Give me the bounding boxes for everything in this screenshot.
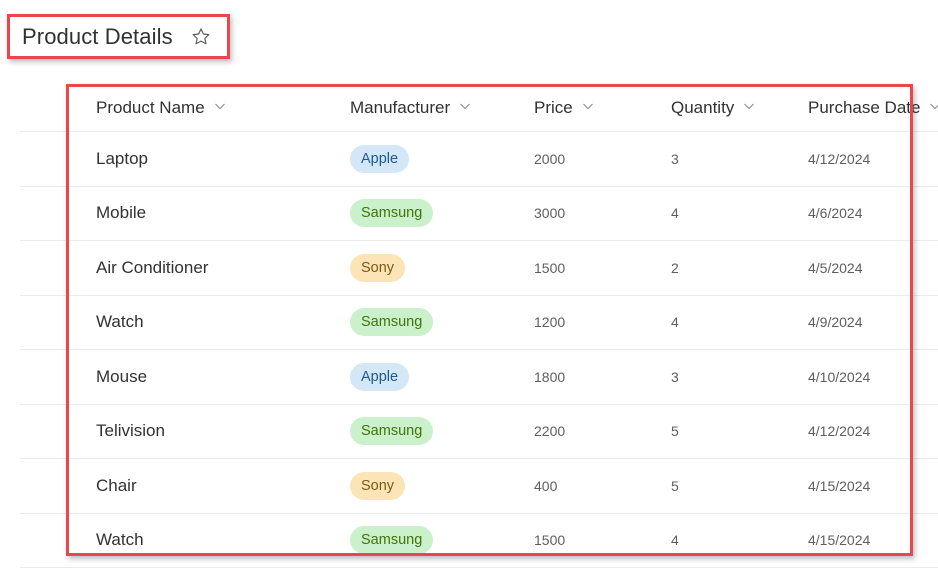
purchase-date-cell: 4/5/2024 — [808, 260, 863, 276]
purchase-date-cell: 4/9/2024 — [808, 314, 863, 330]
quantity-cell: 3 — [671, 369, 679, 385]
manufacturer-tag: Samsung — [350, 199, 433, 227]
purchase-date-cell: 4/12/2024 — [808, 151, 870, 167]
chevron-down-icon[interactable] — [459, 100, 471, 112]
quantity-cell: 4 — [671, 314, 679, 330]
quantity-cell: 3 — [671, 151, 679, 167]
title-highlight-box: Product Details — [7, 14, 230, 59]
price-cell: 1800 — [534, 369, 565, 385]
manufacturer-tag: Apple — [350, 145, 409, 173]
table-row[interactable]: Telivision Samsung 2200 5 4/12/2024 — [20, 405, 938, 460]
purchase-date-cell: 4/12/2024 — [808, 423, 870, 439]
favorite-star-icon[interactable] — [190, 26, 212, 48]
price-cell: 3000 — [534, 205, 565, 221]
product-name-cell[interactable]: Chair — [96, 476, 137, 496]
price-cell: 1500 — [534, 260, 565, 276]
manufacturer-tag: Samsung — [350, 417, 433, 445]
column-header-manufacturer[interactable]: Manufacturer — [350, 84, 471, 131]
product-list-table: Product Name Manufacturer Price Quantity… — [20, 84, 938, 568]
product-name-cell[interactable]: Air Conditioner — [96, 258, 208, 278]
chevron-down-icon[interactable] — [929, 100, 938, 112]
column-header-purchase-date[interactable]: Purchase Date — [808, 84, 938, 131]
page-title: Product Details — [22, 24, 173, 50]
product-name-cell[interactable]: Watch — [96, 312, 144, 332]
table-header-row: Product Name Manufacturer Price Quantity… — [20, 84, 938, 132]
chevron-down-icon[interactable] — [582, 100, 594, 112]
table-row[interactable]: Watch Samsung 1200 4 4/9/2024 — [20, 296, 938, 351]
table-row[interactable]: Chair Sony 400 5 4/15/2024 — [20, 459, 938, 514]
manufacturer-tag: Apple — [350, 363, 409, 391]
purchase-date-cell: 4/15/2024 — [808, 478, 870, 494]
quantity-cell: 4 — [671, 532, 679, 548]
chevron-down-icon[interactable] — [214, 100, 226, 112]
product-name-cell[interactable]: Telivision — [96, 421, 165, 441]
product-name-cell[interactable]: Watch — [96, 530, 144, 550]
table-row[interactable]: Air Conditioner Sony 1500 2 4/5/2024 — [20, 241, 938, 296]
table-row[interactable]: Laptop Apple 2000 3 4/12/2024 — [20, 132, 938, 187]
quantity-cell: 2 — [671, 260, 679, 276]
manufacturer-tag: Samsung — [350, 526, 433, 554]
price-cell: 400 — [534, 478, 557, 494]
price-cell: 2000 — [534, 151, 565, 167]
price-cell: 2200 — [534, 423, 565, 439]
table-row[interactable]: Mobile Samsung 3000 4 4/6/2024 — [20, 187, 938, 242]
purchase-date-cell: 4/6/2024 — [808, 205, 863, 221]
manufacturer-tag: Samsung — [350, 308, 433, 336]
quantity-cell: 4 — [671, 205, 679, 221]
table-row[interactable]: Watch Samsung 1500 4 4/15/2024 — [20, 514, 938, 568]
product-name-cell[interactable]: Mouse — [96, 367, 147, 387]
purchase-date-cell: 4/10/2024 — [808, 369, 870, 385]
manufacturer-tag: Sony — [350, 472, 405, 500]
price-cell: 1200 — [534, 314, 565, 330]
manufacturer-tag: Sony — [350, 254, 405, 282]
product-name-cell[interactable]: Mobile — [96, 203, 146, 223]
purchase-date-cell: 4/15/2024 — [808, 532, 870, 548]
quantity-cell: 5 — [671, 423, 679, 439]
chevron-down-icon[interactable] — [743, 100, 755, 112]
quantity-cell: 5 — [671, 478, 679, 494]
column-header-price[interactable]: Price — [534, 84, 594, 131]
column-header-quantity[interactable]: Quantity — [671, 84, 755, 131]
table-row[interactable]: Mouse Apple 1800 3 4/10/2024 — [20, 350, 938, 405]
column-header-product-name[interactable]: Product Name — [96, 84, 226, 131]
product-name-cell[interactable]: Laptop — [96, 149, 148, 169]
price-cell: 1500 — [534, 532, 565, 548]
